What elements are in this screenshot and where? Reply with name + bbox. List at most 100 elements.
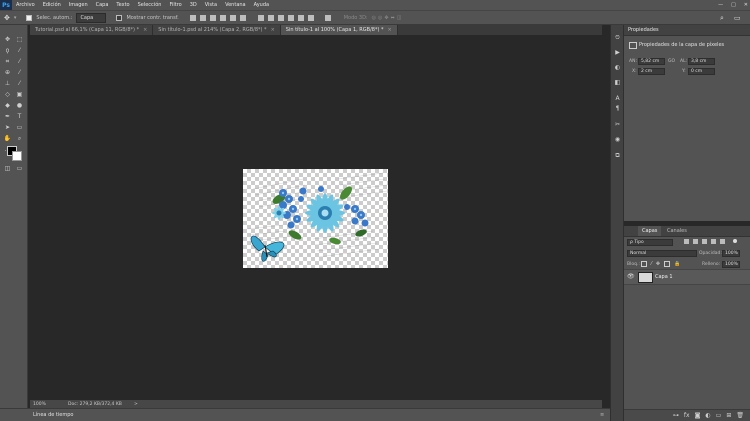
- magic-wand-icon[interactable]: ⁄: [16, 47, 23, 54]
- pen-tool-icon[interactable]: ✒: [4, 113, 11, 120]
- filter-pixel-icon[interactable]: [684, 239, 689, 244]
- distribute-right-icon[interactable]: [307, 14, 314, 21]
- menu-capa[interactable]: Capa: [92, 2, 113, 8]
- workspace-icon[interactable]: ▭: [734, 14, 741, 22]
- 3d-scale-icon[interactable]: ◫: [397, 15, 402, 21]
- lasso-tool-icon[interactable]: ϙ: [4, 47, 11, 54]
- menu-edicion[interactable]: Edición: [39, 2, 65, 8]
- align-right-icon[interactable]: [239, 14, 246, 21]
- menu-archivo[interactable]: Archivo: [12, 2, 39, 8]
- healing-brush-icon[interactable]: ⊕: [4, 69, 11, 76]
- auto-align-icon[interactable]: [324, 14, 331, 21]
- delete-layer-icon[interactable]: 🗑: [736, 412, 744, 419]
- timeline-tab[interactable]: Línea de tiempo: [33, 409, 73, 421]
- menu-seleccion[interactable]: Selección: [134, 2, 166, 8]
- auto-select-checkbox[interactable]: [26, 14, 33, 21]
- menu-3d[interactable]: 3D: [186, 2, 201, 8]
- opacity-field[interactable]: 100%: [722, 250, 740, 257]
- transform-controls-checkbox[interactable]: [116, 14, 123, 21]
- align-top-icon[interactable]: [189, 14, 196, 21]
- auto-select-dropdown[interactable]: Capa: [76, 12, 107, 23]
- tab-sin-titulo-psd[interactable]: Sin título-1.psd al 214% (Capa 2, RGB/8*…: [153, 25, 281, 35]
- actions-icon[interactable]: ▶: [614, 49, 621, 56]
- quick-mask-icon[interactable]: ◫: [4, 165, 11, 172]
- tool-preset-chevron-icon[interactable]: ▾: [14, 15, 17, 21]
- menu-texto[interactable]: Texto: [112, 2, 133, 8]
- type-tool-icon[interactable]: T: [16, 113, 23, 120]
- x-field[interactable]: 2 cm: [638, 68, 665, 75]
- search-icon[interactable]: ⌕: [720, 14, 724, 23]
- distribute-vcenter-icon[interactable]: [267, 14, 274, 21]
- visibility-eye-icon[interactable]: 👁: [627, 273, 635, 280]
- 3d-roll-icon[interactable]: ◎: [378, 15, 382, 21]
- dodge-tool-icon[interactable]: ●: [16, 102, 23, 109]
- eyedropper-icon[interactable]: ⁄: [16, 58, 23, 65]
- menu-ventana[interactable]: Ventana: [221, 2, 250, 8]
- paragraph-icon[interactable]: ¶: [614, 105, 621, 112]
- lock-position-icon[interactable]: ✥: [656, 261, 660, 267]
- distribute-hcenter-icon[interactable]: [297, 14, 304, 21]
- move-tool-icon[interactable]: ✥: [4, 36, 11, 43]
- move-tool-icon[interactable]: ✥: [4, 14, 10, 22]
- swatches-icon[interactable]: ◉: [614, 136, 621, 143]
- width-field[interactable]: 5,82 cm: [638, 58, 665, 65]
- 3d-rotate-icon[interactable]: ◎: [372, 15, 376, 21]
- distribute-top-icon[interactable]: [257, 14, 264, 21]
- menu-imagen[interactable]: Imagen: [65, 2, 92, 8]
- align-bottom-icon[interactable]: [209, 14, 216, 21]
- y-field[interactable]: 0 cm: [688, 68, 715, 75]
- menu-filtro[interactable]: Filtro: [165, 2, 185, 8]
- layer-name[interactable]: Capa 1: [655, 274, 673, 280]
- align-vcenter-icon[interactable]: [199, 14, 206, 21]
- character-icon[interactable]: A: [614, 95, 621, 102]
- menu-vista[interactable]: Vista: [201, 2, 221, 8]
- maximize-button[interactable]: □: [731, 0, 736, 10]
- align-hcenter-icon[interactable]: [229, 14, 236, 21]
- filter-toggle-icon[interactable]: [733, 239, 737, 243]
- layer-style-icon[interactable]: fx: [684, 412, 690, 419]
- 3d-slide-icon[interactable]: ⬌: [391, 15, 395, 21]
- history-icon[interactable]: ⏲: [614, 34, 621, 41]
- lock-artboard-icon[interactable]: [664, 261, 671, 267]
- align-left-icon[interactable]: [219, 14, 226, 21]
- height-field[interactable]: 3,8 cm: [688, 58, 715, 65]
- tab-sin-titulo-active[interactable]: Sin título-1 al 100% (Capa 1, RGB/8*) * ×: [280, 25, 398, 35]
- properties-title[interactable]: Propiedades: [624, 25, 750, 36]
- tab-capas[interactable]: Capas: [638, 226, 662, 236]
- tab-tutorial[interactable]: Tutorial.psd al 66,1% (Capa 11, RGB/8*) …: [30, 25, 154, 35]
- tab-close-icon[interactable]: ×: [143, 27, 147, 33]
- lock-transparent-icon[interactable]: [641, 261, 647, 267]
- adjustment-layer-icon[interactable]: ◐: [705, 412, 710, 419]
- distribute-left-icon[interactable]: [287, 14, 294, 21]
- crop-tool-icon[interactable]: ⌗: [4, 58, 11, 65]
- filter-smart-icon[interactable]: [720, 239, 725, 244]
- add-mask-icon[interactable]: ◙: [695, 412, 701, 419]
- adjustments-icon[interactable]: ◐: [614, 64, 621, 71]
- tab-close-icon[interactable]: ×: [388, 27, 392, 33]
- styles-icon[interactable]: ◧: [614, 79, 621, 86]
- clone-stamp-icon[interactable]: ⊥: [4, 80, 11, 87]
- blend-mode-dropdown[interactable]: Normal: [627, 250, 697, 257]
- filter-adjustment-icon[interactable]: [693, 239, 698, 244]
- distribute-bottom-icon[interactable]: [277, 14, 284, 21]
- background-color-swatch[interactable]: [12, 151, 22, 161]
- panel-menu-icon[interactable]: ≡: [600, 409, 604, 421]
- libraries-icon[interactable]: ⧉: [614, 152, 621, 159]
- layer-filter-dropdown[interactable]: ρ Tipo: [627, 239, 673, 246]
- layer-row[interactable]: 👁 Capa 1: [624, 269, 750, 285]
- marquee-tool-icon[interactable]: ⬚: [16, 36, 23, 43]
- new-layer-icon[interactable]: ⊞: [726, 412, 731, 419]
- menu-ayuda[interactable]: Ayuda: [250, 2, 273, 8]
- 3d-pan-icon[interactable]: ✥: [384, 15, 388, 21]
- tab-close-icon[interactable]: ×: [271, 27, 275, 33]
- zoom-tool-icon[interactable]: ⌕: [16, 135, 23, 142]
- path-selection-icon[interactable]: ➤: [4, 124, 11, 131]
- filter-type-icon[interactable]: [702, 239, 707, 244]
- lock-pixels-icon[interactable]: ⁄: [651, 261, 652, 267]
- link-layers-icon[interactable]: ⊶: [673, 412, 679, 419]
- history-brush-icon[interactable]: ⁄: [16, 80, 23, 87]
- gradient-tool-icon[interactable]: ▣: [16, 91, 23, 98]
- new-group-icon[interactable]: ▭: [716, 412, 722, 419]
- minimize-button[interactable]: —: [718, 0, 723, 10]
- fill-field[interactable]: 100%: [722, 261, 740, 268]
